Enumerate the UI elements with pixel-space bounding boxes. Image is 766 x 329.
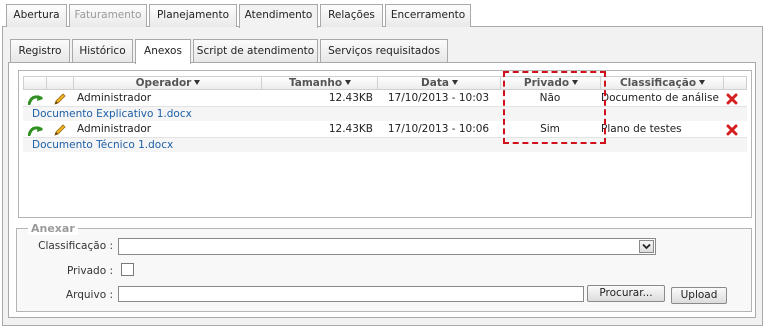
cell-tamanho: 12.43KB bbox=[328, 92, 373, 104]
chevron-down-icon[interactable] bbox=[639, 240, 654, 253]
tab-registro[interactable]: Registro bbox=[10, 39, 70, 63]
header-data[interactable]: Data bbox=[378, 77, 501, 89]
cell-tamanho: 12.43KB bbox=[328, 123, 373, 135]
tab-planejamento[interactable]: Planejamento bbox=[149, 4, 237, 27]
cell-classificacao: Documento de análise bbox=[601, 92, 719, 104]
upload-button[interactable]: Upload bbox=[671, 287, 727, 304]
sort-arrow-icon bbox=[699, 80, 706, 85]
attachments-grid: Operador Tamanho Data Privado Classifica… bbox=[18, 70, 752, 218]
pencil-icon[interactable] bbox=[53, 93, 67, 105]
table-row: Administrador 12.43KB 17/10/2013 - 10:03… bbox=[23, 91, 747, 107]
classificacao-select[interactable] bbox=[118, 238, 656, 255]
classificacao-label: Classificação : bbox=[38, 240, 113, 252]
header-privado[interactable]: Privado bbox=[501, 77, 601, 89]
table-row: Administrador 12.43KB 17/10/2013 - 10:06… bbox=[23, 122, 747, 138]
file-link[interactable]: Documento Explicativo 1.docx bbox=[32, 108, 192, 120]
header-operador[interactable]: Operador bbox=[74, 77, 262, 89]
tab-abertura[interactable]: Abertura bbox=[6, 4, 67, 27]
tab-historico[interactable]: Histórico bbox=[72, 39, 133, 63]
tab-script-de-atendimento[interactable]: Script de atendimento bbox=[193, 39, 318, 63]
sort-arrow-icon bbox=[194, 80, 201, 85]
header-classificacao[interactable]: Classificação bbox=[601, 77, 724, 89]
sort-arrow-icon bbox=[572, 80, 579, 85]
tab-faturamento: Faturamento bbox=[69, 4, 147, 27]
file-link-row: Documento Técnico 1.docx bbox=[23, 138, 747, 152]
cell-classificacao: Plano de testes bbox=[601, 123, 682, 135]
arquivo-label: Arquivo : bbox=[65, 289, 113, 301]
green-arrow-icon[interactable] bbox=[28, 93, 44, 105]
tab-relacoes[interactable]: Relações bbox=[320, 4, 383, 27]
arquivo-input[interactable] bbox=[118, 286, 584, 302]
file-link-row: Documento Explicativo 1.docx bbox=[23, 107, 747, 121]
tab-servicos-requisitados[interactable]: Serviços requisitados bbox=[320, 39, 448, 63]
cell-privado: Não bbox=[539, 92, 561, 104]
tab-atendimento[interactable]: Atendimento bbox=[239, 4, 318, 28]
delete-icon[interactable] bbox=[726, 124, 738, 136]
cell-operador: Administrador bbox=[77, 123, 152, 135]
sort-arrow-icon bbox=[451, 80, 458, 85]
green-arrow-icon[interactable] bbox=[28, 124, 44, 136]
tab-encerramento[interactable]: Encerramento bbox=[385, 4, 471, 27]
browse-button[interactable]: Procurar... bbox=[587, 285, 665, 302]
privado-label: Privado : bbox=[67, 265, 113, 277]
header-tamanho[interactable]: Tamanho bbox=[262, 77, 378, 89]
cell-data: 17/10/2013 - 10:06 bbox=[387, 123, 490, 135]
anexar-legend: Anexar bbox=[28, 222, 78, 235]
grid-header: Operador Tamanho Data Privado Classifica… bbox=[23, 76, 747, 90]
delete-icon[interactable] bbox=[726, 93, 738, 105]
cell-data: 17/10/2013 - 10:03 bbox=[387, 92, 490, 104]
pencil-icon[interactable] bbox=[53, 124, 67, 136]
cell-privado: Sim bbox=[540, 123, 560, 135]
privado-checkbox[interactable] bbox=[121, 263, 134, 276]
sort-arrow-icon bbox=[345, 80, 352, 85]
cell-operador: Administrador bbox=[77, 92, 152, 104]
tab-anexos[interactable]: Anexos bbox=[135, 39, 191, 64]
file-link[interactable]: Documento Técnico 1.docx bbox=[32, 139, 173, 151]
